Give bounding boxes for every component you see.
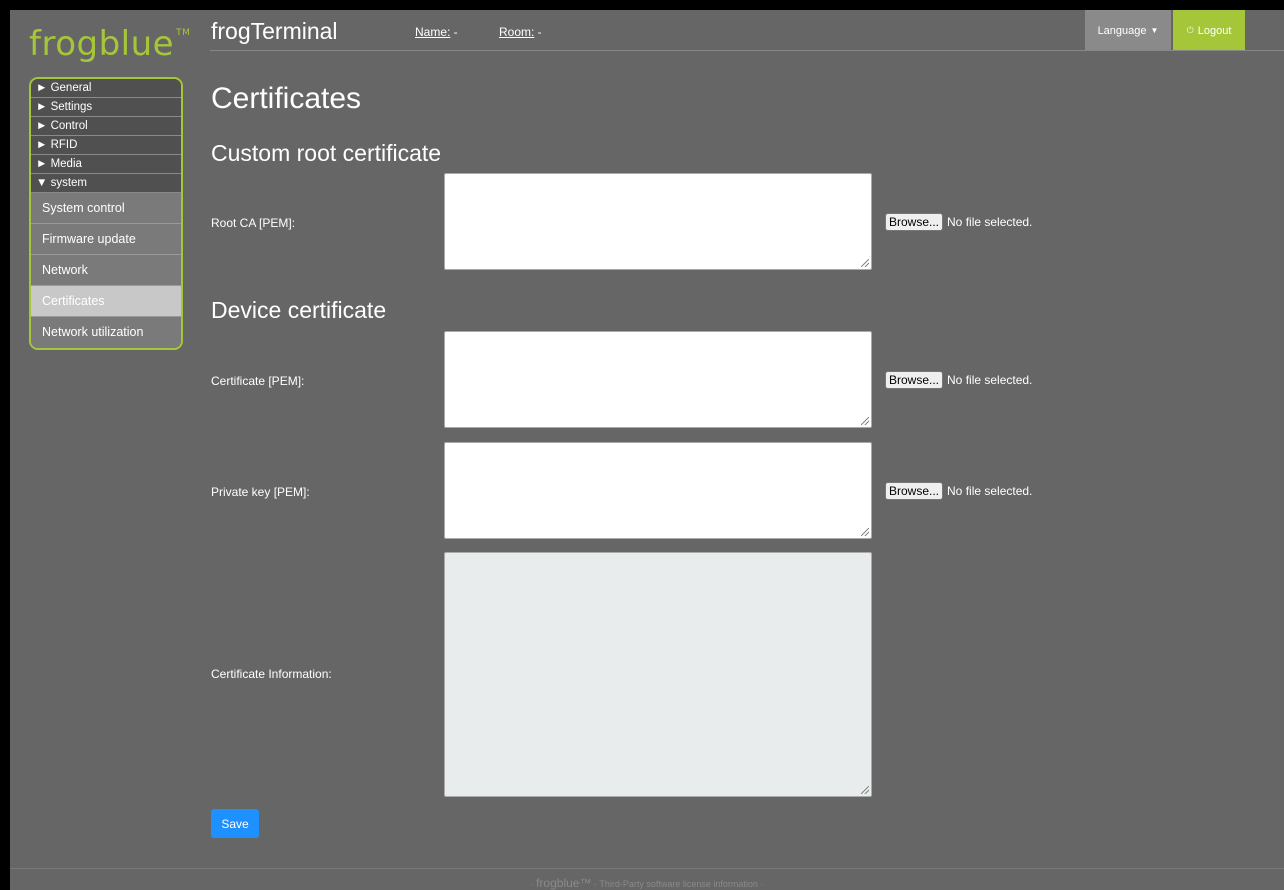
resize-grip-icon[interactable] xyxy=(861,786,869,794)
name-value: - xyxy=(450,25,458,39)
logout-label: Logout xyxy=(1197,24,1232,37)
license-link[interactable]: Third-Party software license information xyxy=(599,879,758,889)
private-key-browse-button[interactable]: Browse... xyxy=(885,482,944,500)
language-label: Language xyxy=(1097,24,1147,37)
sidebar-menu-control[interactable]: ► Control xyxy=(31,117,181,136)
footer-separator: · xyxy=(530,879,534,889)
root-ca-browse-button[interactable]: Browse... xyxy=(885,213,944,231)
page-title: Certificates xyxy=(211,82,362,115)
root-ca-file-input[interactable]: Browse... No file selected. xyxy=(885,213,1032,231)
sidebar-menu-general[interactable]: ► General xyxy=(31,79,181,98)
sidebar-item-system-control[interactable]: System control xyxy=(31,193,181,224)
resize-grip-icon[interactable] xyxy=(861,417,869,425)
name-label[interactable]: Name: xyxy=(415,25,450,39)
sidebar-nav: ► General ► Settings ► Control ► RFID ► … xyxy=(29,77,183,350)
language-button[interactable]: Language ▼ xyxy=(1085,10,1171,51)
frogblue-logo: frogblue TM xyxy=(29,24,190,64)
app-frame: frogblue TM frogTerminal Name: - Room: - … xyxy=(10,10,1284,890)
sidebar-item-firmware-update[interactable]: Firmware update xyxy=(31,224,181,255)
sidebar-menu-media[interactable]: ► Media xyxy=(31,155,181,174)
sidebar-menu-settings[interactable]: ► Settings xyxy=(31,98,181,117)
device-section-title: Device certificate xyxy=(211,297,387,323)
root-ca-file-status: No file selected. xyxy=(947,215,1033,229)
custom-root-section-title: Custom root certificate xyxy=(211,140,442,166)
sidebar-item-network[interactable]: Network xyxy=(31,255,181,286)
sidebar-menu-rfid[interactable]: ► RFID xyxy=(31,136,181,155)
name-field[interactable]: Name: - xyxy=(415,25,458,39)
footer-separator: · xyxy=(593,879,597,889)
certificate-textarea[interactable] xyxy=(444,331,872,428)
footer: · frogblue™ · Third-Party software licen… xyxy=(10,876,1284,890)
resize-grip-icon[interactable] xyxy=(861,528,869,536)
certificate-info-label: Certificate Information: xyxy=(211,667,332,681)
sidebar-item-certificates[interactable]: Certificates xyxy=(31,286,181,317)
app-title: frogTerminal xyxy=(211,18,338,44)
private-key-textarea[interactable] xyxy=(444,442,872,539)
header-divider xyxy=(210,50,1284,51)
sidebar-menu-system[interactable]: ▼ system xyxy=(31,174,181,193)
room-label[interactable]: Room: xyxy=(499,25,534,39)
logo-text: frogblue xyxy=(29,24,175,64)
sidebar-item-network-utilization[interactable]: Network utilization xyxy=(31,317,181,348)
logout-button[interactable]: ⏻ Logout xyxy=(1173,10,1245,51)
root-ca-textarea[interactable] xyxy=(444,173,872,270)
footer-separator: · xyxy=(760,879,764,889)
certificate-browse-button[interactable]: Browse... xyxy=(885,371,944,389)
save-button[interactable]: Save xyxy=(211,809,259,838)
room-field[interactable]: Room: - xyxy=(499,25,542,39)
resize-grip-icon[interactable] xyxy=(861,259,869,267)
root-ca-label: Root CA [PEM]: xyxy=(211,216,296,230)
private-key-label: Private key [PEM]: xyxy=(211,485,310,499)
footer-divider xyxy=(10,868,1284,869)
logo-trademark: TM xyxy=(176,28,191,38)
private-key-file-input[interactable]: Browse... No file selected. xyxy=(885,482,1032,500)
certificate-info-textarea[interactable] xyxy=(444,552,872,797)
certificate-file-input[interactable]: Browse... No file selected. xyxy=(885,371,1032,389)
logout-icon: ⏻ xyxy=(1186,25,1194,35)
private-key-file-status: No file selected. xyxy=(947,484,1033,498)
footer-brand: frogblue™ xyxy=(536,876,592,890)
room-value: - xyxy=(534,25,542,39)
certificate-file-status: No file selected. xyxy=(947,373,1033,387)
caret-down-icon: ▼ xyxy=(1150,26,1159,35)
certificate-label: Certificate [PEM]: xyxy=(211,374,305,388)
